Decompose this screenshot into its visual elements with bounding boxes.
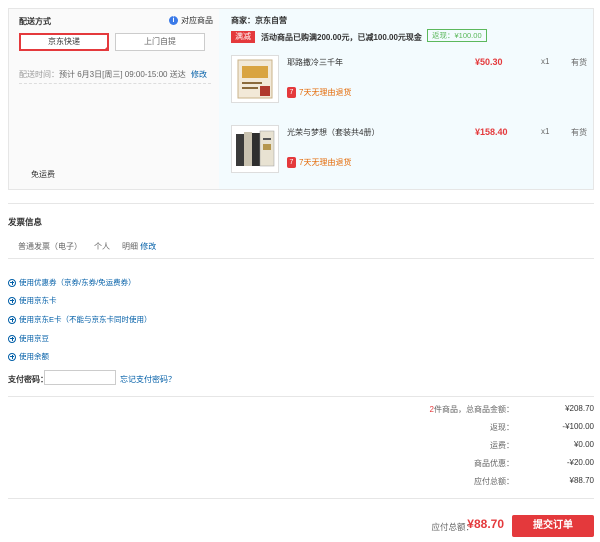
method-self-pickup-button[interactable]: 上门自提: [115, 33, 205, 51]
submit-order-button[interactable]: 提交订单: [512, 515, 594, 537]
use-jd-card-toggle[interactable]: 使用京东卡: [8, 295, 57, 306]
dashed-divider: [19, 83, 211, 84]
method-jd-express-label: 京东快递: [48, 37, 80, 46]
plus-circle-icon: [8, 315, 16, 324]
matching-items-link[interactable]: i 对应商品: [169, 15, 213, 26]
invoice-type: 普通发票（电子）: [18, 242, 82, 251]
shipping-method-title: 配送方式: [19, 17, 51, 26]
return-policy-icon: 7: [287, 87, 296, 98]
product-name[interactable]: 光荣与梦想（套装共4册）: [287, 127, 379, 138]
summary-label: 返现：: [490, 423, 514, 432]
info-icon: i: [169, 16, 178, 25]
delivery-time-edit-link[interactable]: 修改: [191, 69, 207, 80]
list-item: 耶路撒冷三千年 ¥50.30 x1 有货 7 7天无理由退货: [231, 55, 591, 113]
summary-label: 应付总额：: [474, 477, 514, 486]
summary-row-payable: 应付总额： ¥88.70: [394, 476, 594, 488]
stock-status: 有货: [571, 58, 587, 67]
plus-circle-icon: [8, 334, 16, 343]
method-self-pickup-label: 上门自提: [144, 37, 176, 46]
invoice-info: 普通发票（电子） 个人 明细 修改: [18, 241, 156, 252]
summary-label-text: 件商品，总商品金额：: [434, 405, 514, 414]
use-jd-ecard-label: 使用京东E卡（不能与京东卡同时使用）: [19, 315, 152, 324]
cashback-badge: 返现：¥100.00: [427, 29, 487, 42]
summary-value: -¥20.00: [566, 458, 594, 467]
delivery-time-value: 预计 6月3日[周三] 09:00-15:00 送达: [59, 70, 186, 79]
use-balance-toggle[interactable]: 使用余额: [8, 351, 49, 362]
payment-password-input[interactable]: [44, 370, 116, 385]
use-jd-beans-label: 使用京豆: [19, 334, 49, 343]
promo-tag: 满减: [231, 31, 255, 43]
use-coupon-toggle[interactable]: 使用优惠券（京券/东券/免运费券）: [8, 277, 136, 288]
payment-password-label: 支付密码：: [8, 375, 48, 384]
shipping-section: 配送方式 i 对应商品 京东快递 上门自提 配送时间：预计 6月3日[周三] 0…: [8, 8, 594, 190]
section-divider: [8, 396, 594, 397]
use-jd-card-label: 使用京东卡: [19, 296, 57, 305]
product-image[interactable]: [231, 125, 279, 173]
forgot-password-link[interactable]: 忘记支付密码？: [120, 374, 176, 385]
list-item: 光荣与梦想（套装共4册） ¥158.40 x1 有货 7 7天无理由退货: [231, 125, 591, 183]
plus-circle-icon: [8, 352, 16, 361]
summary-value: -¥100.00: [562, 422, 594, 431]
product-price: ¥158.40: [475, 127, 508, 137]
stock-status: 有货: [571, 128, 587, 137]
summary-row-discount: 商品优惠： -¥20.00: [394, 458, 594, 470]
plus-circle-icon: [8, 278, 16, 287]
seller-panel: 商家：京东自营 满减 活动商品已购满200.00元，已减100.00元现金 返现…: [219, 9, 593, 189]
invoice-holder: 个人: [94, 242, 110, 251]
use-balance-label: 使用余额: [19, 352, 49, 361]
product-quantity: x1: [541, 127, 550, 136]
return-policy-label: 7天无理由退货: [299, 88, 352, 97]
free-shipping-label: 免运费: [31, 170, 55, 179]
summary-label: 商品优惠：: [474, 459, 514, 468]
return-policy-label: 7天无理由退货: [299, 158, 352, 167]
product-quantity: x1: [541, 57, 550, 66]
use-jd-beans-toggle[interactable]: 使用京豆: [8, 333, 49, 344]
invoice-edit-link[interactable]: 修改: [140, 242, 156, 251]
product-name[interactable]: 耶路撒冷三千年: [287, 57, 343, 68]
seller-title: 商家：京东自营: [231, 16, 287, 25]
product-price: ¥50.30: [475, 57, 503, 67]
summary-value: ¥0.00: [573, 440, 594, 449]
return-policy: 7 7天无理由退货: [287, 87, 351, 98]
return-policy-icon: 7: [287, 157, 296, 168]
summary-row-total-goods: 2件商品，总商品金额： ¥208.70: [394, 404, 594, 416]
section-divider: [8, 258, 594, 259]
return-policy: 7 7天无理由退货: [287, 157, 351, 168]
summary-row-shipping: 运费： ¥0.00: [394, 440, 594, 452]
summary-label: 运费：: [490, 441, 514, 450]
invoice-detail: 明细 修改: [122, 241, 156, 252]
delivery-time-label: 配送时间：: [19, 70, 59, 79]
summary-value: ¥208.70: [565, 404, 594, 413]
plus-circle-icon: [8, 296, 16, 305]
shipping-method-panel: 配送方式 i 对应商品 京东快递 上门自提 配送时间：预计 6月3日[周三] 0…: [9, 9, 219, 189]
summary-label: 2件商品，总商品金额：: [430, 404, 514, 415]
use-coupon-label: 使用优惠券（京券/东券/免运费券）: [19, 278, 136, 287]
delivery-time: 配送时间：预计 6月3日[周三] 09:00-15:00 送达: [19, 69, 186, 80]
invoice-title: 发票信息: [8, 217, 43, 227]
total-payable-amount: ¥88.70: [467, 517, 504, 531]
product-image[interactable]: [231, 55, 279, 103]
summary-value: ¥88.70: [569, 476, 594, 485]
matching-items-label: 对应商品: [181, 16, 213, 25]
promo-text: 活动商品已购满200.00元，已减100.00元现金: [261, 33, 422, 42]
summary-row-cashback: 返现： -¥100.00: [394, 422, 594, 434]
section-divider: [8, 203, 594, 204]
method-jd-express-button[interactable]: 京东快递: [19, 33, 109, 51]
invoice-detail-label: 明细: [122, 242, 138, 251]
checkout-bar: 应付总额： ¥88.70 提交订单: [8, 498, 594, 542]
use-jd-ecard-toggle[interactable]: 使用京东E卡（不能与京东卡同时使用）: [8, 314, 152, 325]
